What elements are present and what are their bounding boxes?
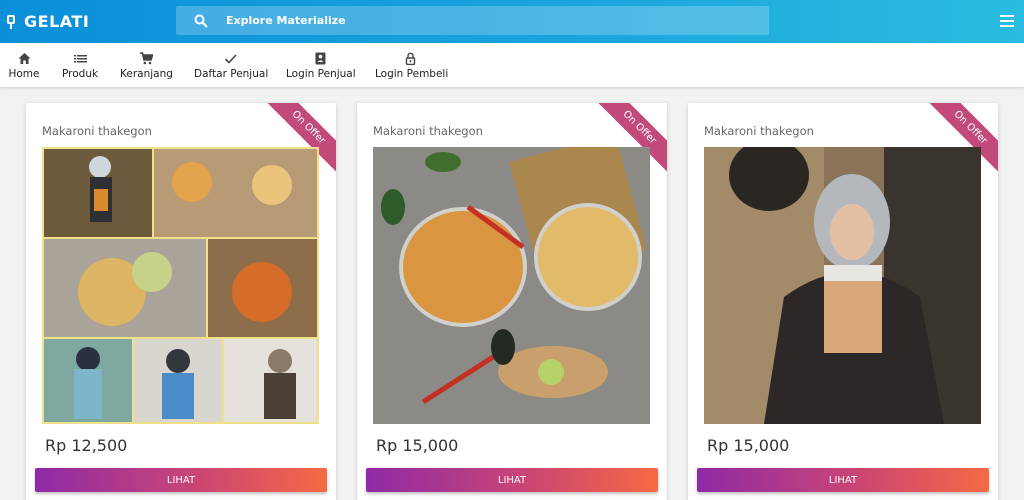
view-button[interactable]: LIHAT	[366, 468, 658, 492]
product-image[interactable]	[42, 147, 319, 424]
nav-label-login-pembeli: Login Pembeli	[375, 68, 449, 80]
product-price: Rp 15,000	[376, 436, 459, 455]
product-card: Makaroni thakegon On Offer Rp 15,000 LIH…	[357, 103, 667, 500]
product-title: Makaroni thakegon	[42, 124, 152, 138]
search-bar[interactable]	[176, 6, 769, 35]
product-price: Rp 12,500	[45, 436, 128, 455]
view-button[interactable]: LIHAT	[697, 468, 989, 492]
product-title: Makaroni thakegon	[704, 124, 814, 138]
lock-icon	[405, 52, 415, 65]
product-price: Rp 15,000	[707, 436, 790, 455]
product-title: Makaroni thakegon	[373, 124, 483, 138]
brand-name: GELATI	[24, 12, 90, 31]
nav-item-produk[interactable]: Produk	[62, 43, 98, 87]
list-icon	[73, 55, 87, 63]
menu-icon[interactable]	[1000, 15, 1014, 27]
product-card: Makaroni thakegon On Offer Rp 12,500 LIH…	[26, 103, 336, 500]
search-input[interactable]	[226, 14, 706, 27]
contact-icon	[315, 52, 325, 65]
ice-cream-icon	[7, 14, 15, 29]
snack-bowls-photo	[373, 147, 650, 424]
product-card: Makaroni thakegon On Offer Rp 15,000 LIH…	[688, 103, 998, 500]
nav-item-login-pembeli[interactable]: Login Pembeli	[375, 43, 449, 87]
home-icon	[18, 53, 30, 64]
product-image[interactable]	[704, 147, 981, 424]
nav-label-produk: Produk	[62, 68, 99, 80]
collage-photo	[42, 147, 319, 424]
nav-item-keranjang[interactable]: Keranjang	[120, 43, 173, 87]
model-photo	[704, 147, 981, 424]
nav-item-home[interactable]: Home	[8, 43, 40, 87]
nav-label-keranjang: Keranjang	[120, 68, 173, 80]
product-image[interactable]	[373, 147, 650, 424]
nav-label-home: Home	[8, 68, 40, 80]
top-app-bar: GELATI	[0, 0, 1024, 43]
nav-label-login-penjual: Login Penjual	[286, 68, 356, 80]
brand-logo[interactable]: GELATI	[6, 12, 89, 31]
search-icon[interactable]	[194, 14, 208, 28]
secondary-nav: Home Produk Keranjang Daftar Penjual Log…	[0, 43, 1024, 87]
nav-item-login-penjual[interactable]: Login Penjual	[286, 43, 356, 87]
check-icon	[224, 54, 237, 64]
view-button[interactable]: LIHAT	[35, 468, 327, 492]
nav-label-daftar-penjual: Daftar Penjual	[194, 68, 269, 80]
nav-item-daftar-penjual[interactable]: Daftar Penjual	[194, 43, 269, 87]
cart-icon	[139, 52, 153, 65]
